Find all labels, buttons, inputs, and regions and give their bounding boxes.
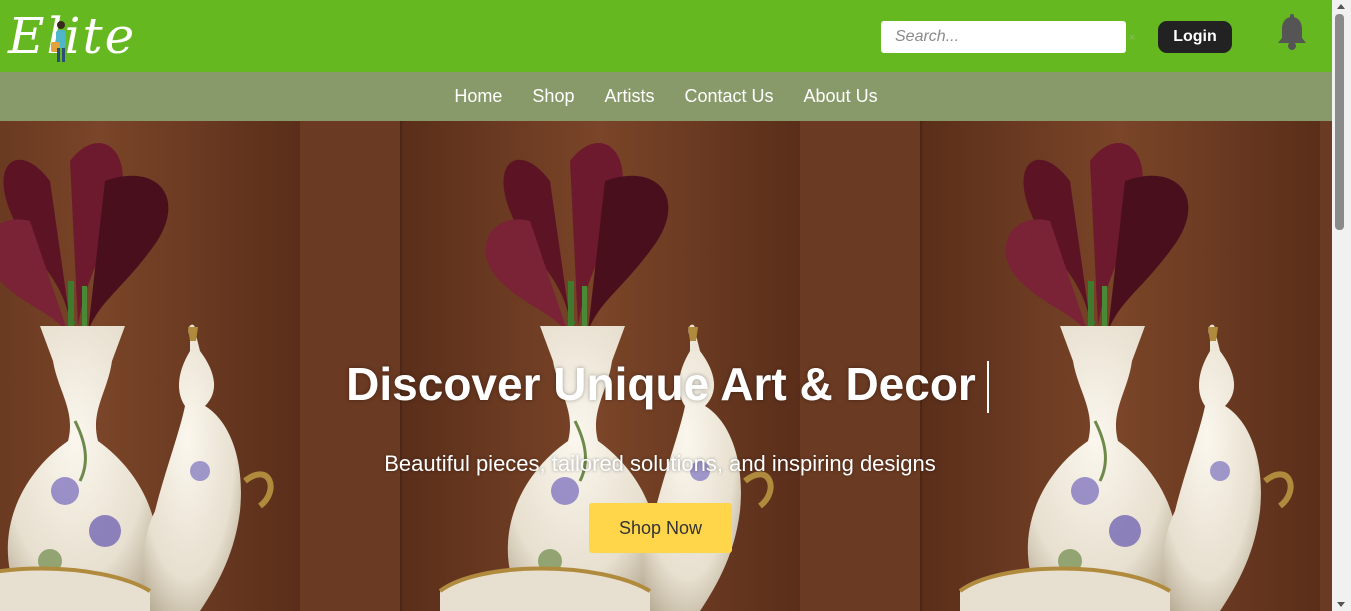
nav-item-home: Home	[454, 86, 502, 107]
nav-item-shop: Shop	[532, 86, 574, 107]
nav-item-artists: Artists	[604, 86, 654, 107]
nav-item-about: About Us	[804, 86, 878, 107]
hero-banner: Discover Unique Art & Decor Beautiful pi…	[0, 121, 1332, 611]
shop-now-button[interactable]: Shop Now	[589, 503, 732, 553]
nav-link-about[interactable]: About Us	[804, 86, 878, 106]
nav-link-artists[interactable]: Artists	[604, 86, 654, 106]
site-logo[interactable]: Elite	[8, 6, 168, 66]
page-scrollbar[interactable]	[1332, 0, 1351, 611]
search-input[interactable]	[881, 21, 1126, 53]
hero-subtitle: Beautiful pieces, tailored solutions, an…	[384, 451, 936, 476]
main-nav: Home Shop Artists Contact Us About Us	[0, 72, 1332, 121]
hero-title: Discover Unique Art & Decor	[346, 358, 976, 410]
nav-link-home[interactable]: Home	[454, 86, 502, 106]
scroll-up-arrow-icon[interactable]	[1337, 4, 1345, 9]
nav-list: Home Shop Artists Contact Us About Us	[0, 72, 1332, 121]
nav-link-contact[interactable]: Contact Us	[684, 86, 773, 106]
nav-item-contact: Contact Us	[684, 86, 773, 107]
logo-figure-icon	[51, 21, 66, 62]
scrollbar-thumb[interactable]	[1335, 14, 1344, 230]
typing-caret	[987, 361, 989, 413]
bell-icon[interactable]	[1276, 14, 1308, 52]
scroll-down-arrow-icon[interactable]	[1337, 602, 1345, 607]
top-header: Elite × Login	[0, 0, 1332, 72]
login-button[interactable]: Login	[1158, 21, 1232, 53]
search-clear-icon[interactable]: ×	[1129, 32, 1135, 44]
nav-link-shop[interactable]: Shop	[532, 86, 574, 106]
